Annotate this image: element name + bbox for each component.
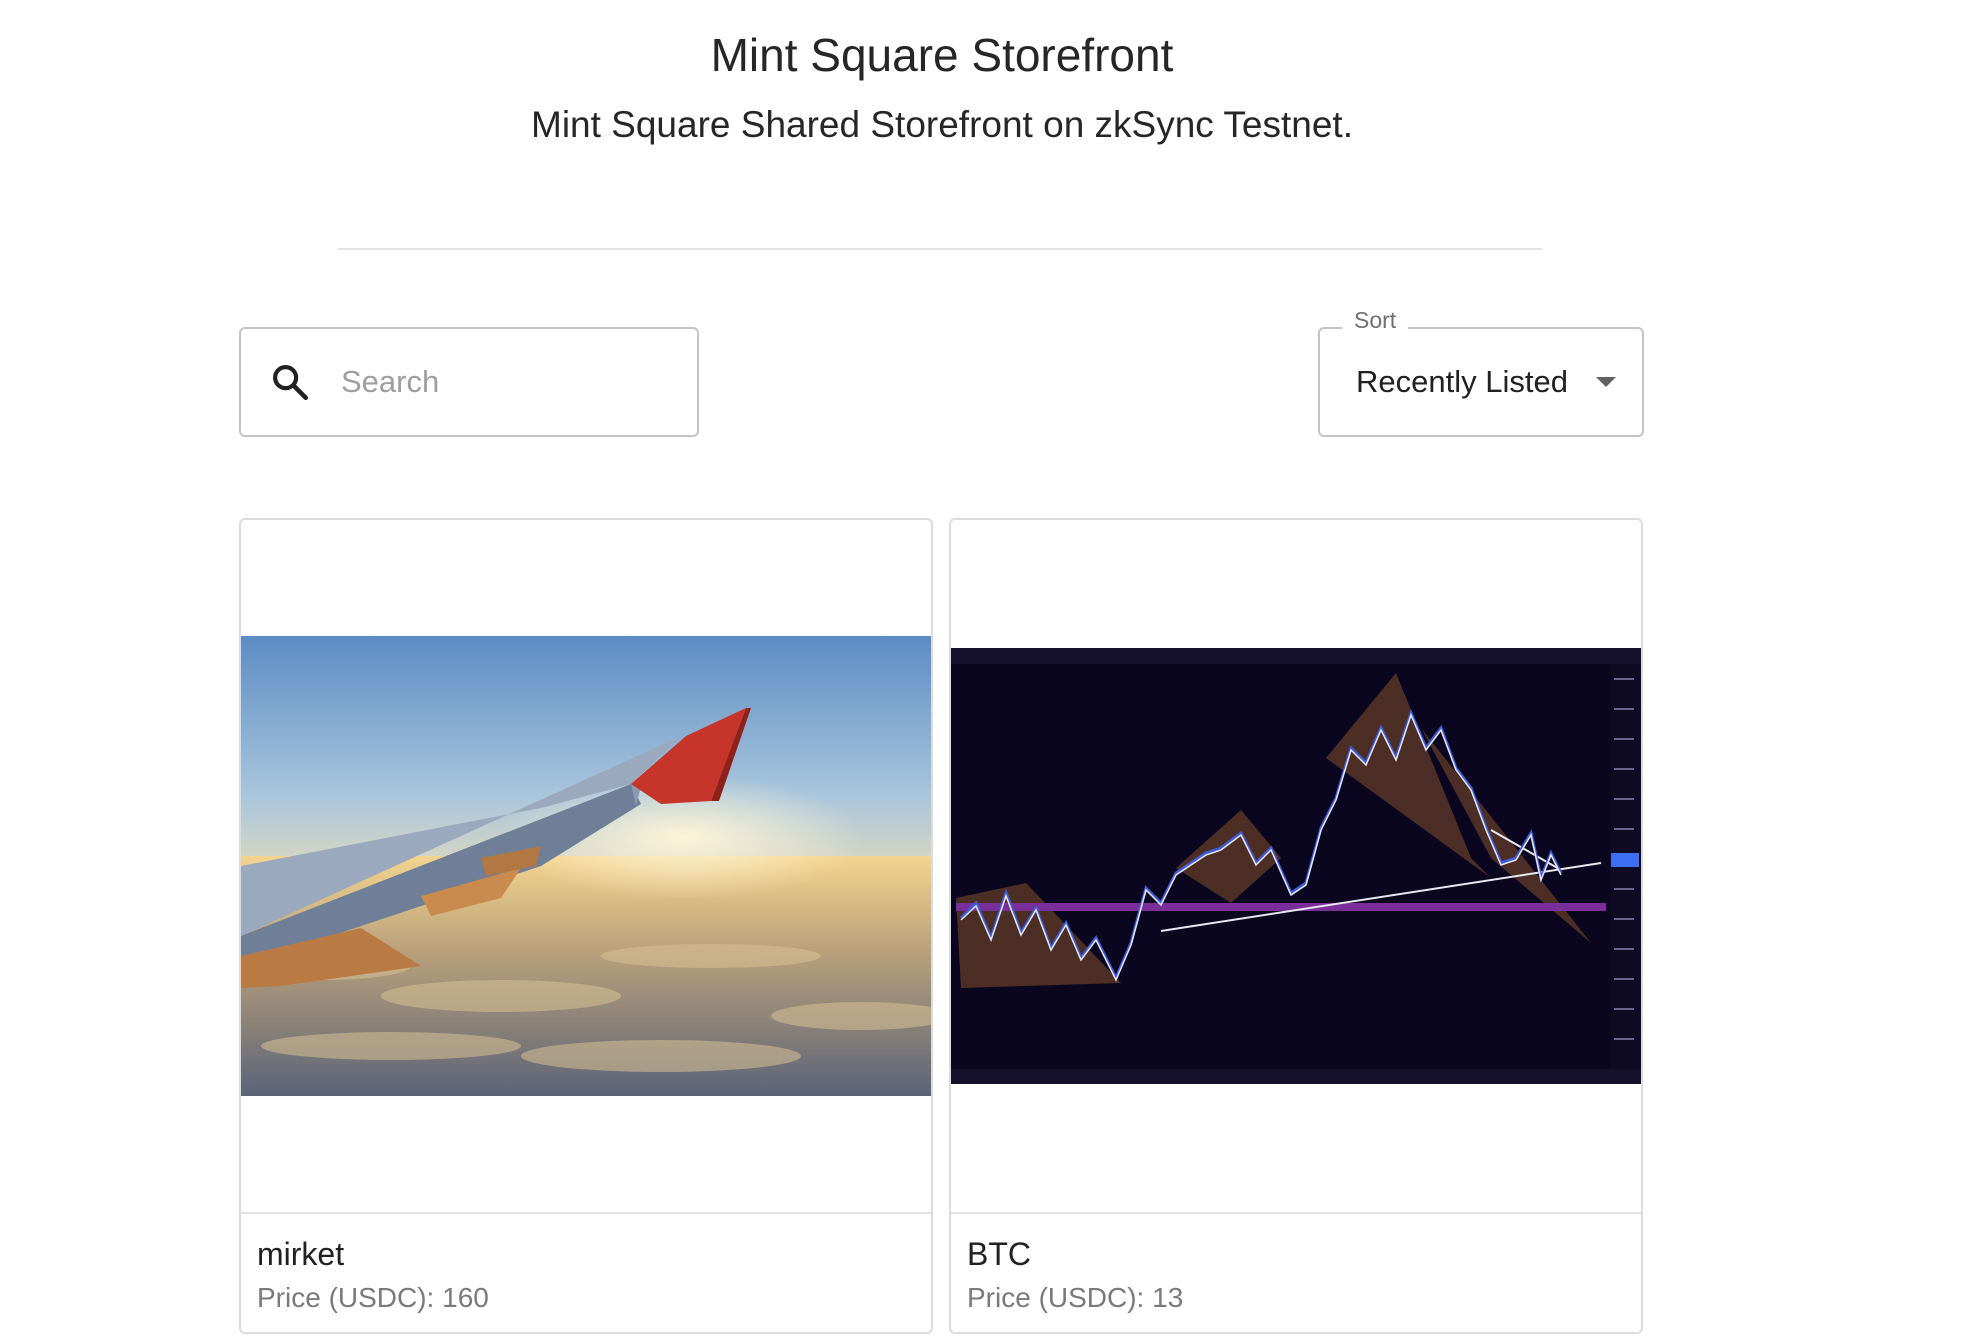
chevron-down-icon[interactable] [1596, 377, 1616, 387]
search-input[interactable] [339, 363, 673, 401]
search-icon [269, 361, 311, 403]
sort-selected-value: Recently Listed [1356, 364, 1568, 399]
listing-card[interactable]: BTC Price (USDC): 13 [949, 518, 1643, 1334]
listing-image-airplane[interactable] [241, 636, 931, 1096]
search-field[interactable] [239, 327, 699, 437]
listing-name: BTC [967, 1236, 1031, 1272]
page-subtitle: Mint Square Shared Storefront on zkSync … [531, 104, 1353, 145]
header-divider [338, 248, 1542, 250]
listing-name: mirket [257, 1236, 345, 1272]
sort-label: Sort [1342, 307, 1409, 334]
listing-info: BTC Price (USDC): 13 [951, 1212, 1641, 1332]
listing-info: mirket Price (USDC): 160 [241, 1212, 931, 1332]
sort-select[interactable]: Sort Recently Listed [1318, 307, 1644, 437]
listing-card[interactable]: mirket Price (USDC): 160 [239, 518, 933, 1334]
listing-price: Price (USDC): 160 [257, 1282, 489, 1313]
page-title: Mint Square Storefront [710, 29, 1174, 81]
listing-image-btc-chart[interactable] [951, 648, 1641, 1084]
listing-price: Price (USDC): 13 [967, 1282, 1184, 1313]
